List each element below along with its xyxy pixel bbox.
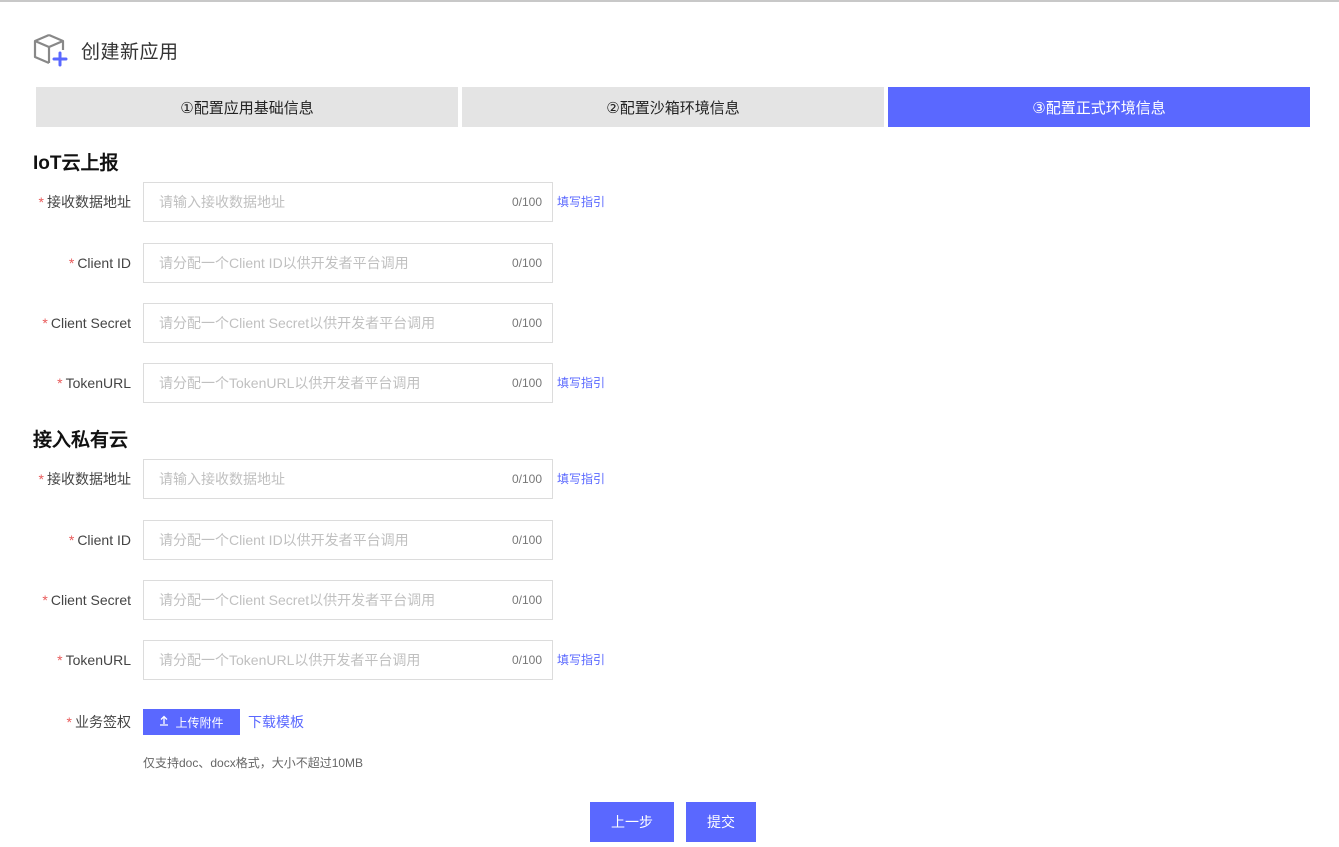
guide-link[interactable]: 填写指引 [557, 182, 605, 222]
guide-link[interactable]: 填写指引 [557, 640, 605, 680]
upload-icon [159, 715, 169, 729]
form-row-iot-token-url: *TokenURL 0/100 填写指引 [0, 363, 700, 403]
private-client-id-field: 0/100 [143, 520, 553, 560]
form-row-iot-client-id: *Client ID 0/100 [0, 243, 700, 283]
required-mark: * [68, 532, 75, 548]
step-sandbox-env[interactable]: ②配置沙箱环境信息 [462, 87, 884, 127]
top-divider [0, 0, 1339, 2]
form-row-business-auth: * 业务签权 上传附件 下载模板 [0, 709, 700, 735]
upload-attachment-button[interactable]: 上传附件 [143, 709, 240, 735]
char-counter: 0/100 [511, 653, 542, 667]
iot-token-url-input[interactable] [144, 364, 484, 402]
iot-client-secret-field: 0/100 [143, 303, 553, 343]
private-client-secret-input[interactable] [144, 581, 484, 619]
form-row-private-receive-address: *接收数据地址 0/100 填写指引 [0, 459, 700, 499]
section-title-iot: IoT云上报 [33, 153, 119, 174]
required-mark: * [38, 471, 44, 487]
box-plus-icon [33, 32, 69, 68]
private-token-url-field: 0/100 [143, 640, 553, 680]
required-mark: * [68, 255, 75, 271]
char-counter: 0/100 [511, 593, 542, 607]
form-row-private-client-secret: *Client Secret 0/100 [0, 580, 700, 620]
field-label: * TokenURL [57, 375, 131, 391]
field-label: * 接收数据地址 [38, 194, 131, 210]
form-row-iot-client-secret: *Client Secret 0/100 [0, 303, 700, 343]
guide-link[interactable]: 填写指引 [557, 459, 605, 499]
iot-client-id-input[interactable] [144, 244, 484, 282]
section-title-private-cloud: 接入私有云 [33, 430, 129, 451]
char-counter: 0/100 [511, 533, 542, 547]
page-title: 创建新应用 [81, 41, 179, 63]
iot-client-id-field: 0/100 [143, 243, 553, 283]
char-counter: 0/100 [511, 472, 542, 486]
submit-button[interactable]: 提交 [686, 802, 756, 842]
private-receive-address-input[interactable] [144, 460, 484, 498]
field-label: * Client Secret [42, 592, 131, 608]
field-label: * Client ID [68, 255, 131, 271]
field-label: * TokenURL [57, 652, 131, 668]
upload-hint: 仅支持doc、docx格式，大小不超过10MB [143, 756, 364, 770]
field-label: * 业务签权 [66, 714, 131, 730]
step-basic-info[interactable]: ①配置应用基础信息 [36, 87, 458, 127]
page-header: 创建新应用 [33, 32, 179, 68]
private-receive-address-field: 0/100 [143, 459, 553, 499]
guide-link[interactable]: 填写指引 [557, 363, 605, 403]
char-counter: 0/100 [511, 376, 542, 390]
iot-client-secret-input[interactable] [144, 304, 484, 342]
upload-button-label: 上传附件 [175, 715, 224, 730]
private-token-url-input[interactable] [144, 641, 484, 679]
download-template-link[interactable]: 下载模板 [248, 709, 304, 735]
form-row-iot-receive-address: *接收数据地址 0/100 填写指引 [0, 182, 700, 222]
field-label: * Client Secret [42, 315, 131, 331]
required-mark: * [42, 592, 48, 608]
required-mark: * [38, 194, 44, 210]
required-mark: * [57, 652, 63, 668]
required-mark: * [66, 714, 72, 730]
private-client-secret-field: 0/100 [143, 580, 553, 620]
char-counter: 0/100 [511, 195, 542, 209]
char-counter: 0/100 [511, 316, 542, 330]
iot-receive-address-field: 0/100 [143, 182, 553, 222]
field-label: * 接收数据地址 [38, 471, 131, 487]
iot-token-url-field: 0/100 [143, 363, 553, 403]
form-row-private-token-url: *TokenURL 0/100 填写指引 [0, 640, 700, 680]
char-counter: 0/100 [511, 256, 542, 270]
required-mark: * [57, 375, 63, 391]
required-mark: * [42, 315, 48, 331]
iot-receive-address-input[interactable] [144, 183, 484, 221]
previous-step-button[interactable]: 上一步 [590, 802, 674, 842]
form-row-private-client-id: *Client ID 0/100 [0, 520, 700, 560]
private-client-id-input[interactable] [144, 521, 484, 559]
field-label: * Client ID [68, 532, 131, 548]
step-indicator: ①配置应用基础信息 ②配置沙箱环境信息 ③配置正式环境信息 [36, 87, 1310, 127]
step-production-env[interactable]: ③配置正式环境信息 [888, 87, 1310, 127]
